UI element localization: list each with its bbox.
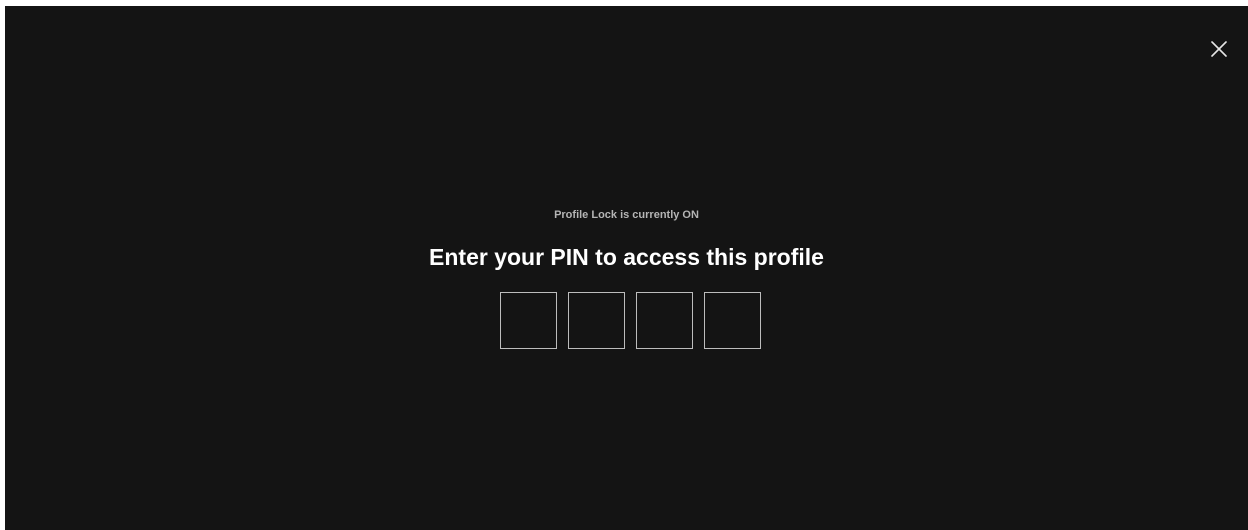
pin-digit-4-input[interactable] xyxy=(704,292,761,349)
pin-input-group xyxy=(500,292,761,349)
close-button[interactable] xyxy=(1205,35,1233,63)
profile-lock-status: Profile Lock is currently ON xyxy=(554,209,699,221)
pin-digit-2-input[interactable] xyxy=(568,292,625,349)
close-icon xyxy=(1211,41,1227,57)
page-title: Enter your PIN to access this profile xyxy=(429,244,824,270)
pin-digit-3-input[interactable] xyxy=(636,292,693,349)
pin-digit-1-input[interactable] xyxy=(500,292,557,349)
profile-lock-screen: Profile Lock is currently ON Enter your … xyxy=(5,6,1248,530)
